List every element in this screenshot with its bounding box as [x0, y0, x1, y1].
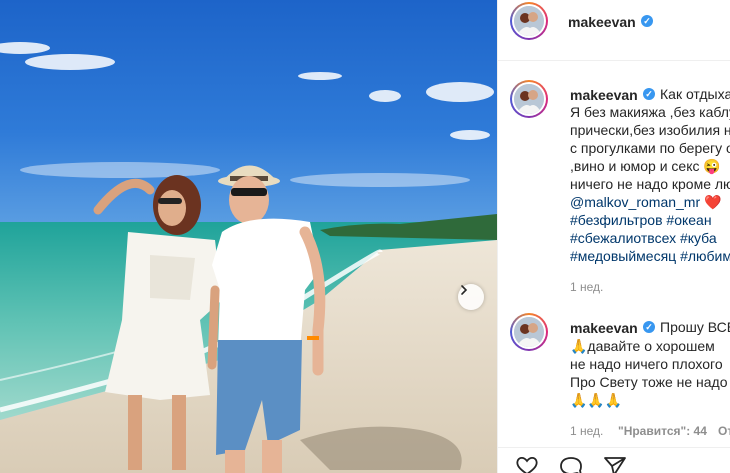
avatar[interactable]	[510, 2, 548, 40]
comment-line: Про Свету тоже не надо	[570, 374, 728, 390]
post-side-panel: makeevan ✓ makeevan ✓ Как отдыхать Я без…	[498, 0, 730, 473]
comment-avatar[interactable]	[510, 313, 548, 351]
hashtag-line[interactable]: #безфильтров #океан	[570, 212, 730, 229]
caption-line: с прогулками по берегу океана	[570, 140, 730, 156]
avatar-photo	[514, 84, 544, 114]
comment-line: 🙏🙏🙏	[570, 392, 623, 408]
caption-line: Как отдыхать	[660, 86, 730, 102]
caption-timestamp[interactable]: 1 нед.	[570, 280, 603, 294]
caption-username[interactable]: makeevan	[570, 87, 638, 103]
comment-likes[interactable]: "Нравится": 44	[618, 424, 707, 438]
comment-icon[interactable]	[558, 456, 584, 473]
share-icon[interactable]	[602, 456, 628, 473]
next-photo-button[interactable]	[458, 284, 484, 310]
actions-divider	[498, 447, 730, 448]
heart-emoji: ❤️	[700, 194, 722, 210]
post-author-username[interactable]: makeevan	[568, 14, 636, 30]
beach-photo-illustration	[0, 42, 497, 473]
heart-icon[interactable]	[514, 456, 540, 473]
chevron-right-icon	[461, 285, 468, 295]
avatar-photo	[514, 317, 544, 347]
verified-badge-icon: ✓	[643, 321, 655, 333]
caption-line: ничего не надо кроме любви	[570, 176, 730, 192]
hashtag-line[interactable]: #медовыймесяц #любимый	[570, 248, 730, 265]
verified-badge-icon: ✓	[643, 88, 655, 100]
clouds	[0, 42, 494, 187]
comment-line: 🙏давайте о хорошем	[570, 338, 715, 354]
comment-line: Прошу ВСЕХ	[660, 319, 730, 335]
comment-username[interactable]: makeevan	[570, 320, 638, 336]
post-photo[interactable]	[0, 0, 497, 473]
caption-line: ,вино и юмор и секс 😜	[570, 158, 721, 174]
comment-line: не надо ничего плохого	[570, 356, 723, 372]
reply-button[interactable]: Ответить	[718, 424, 730, 438]
post-header: makeevan ✓	[498, 0, 730, 61]
caption-line: прически,без изобилия нарядов	[570, 122, 730, 138]
caption-line: Я без макияжа ,без каблуков	[570, 104, 730, 120]
caption-mention-line: @malkov_roman_mr ❤️	[570, 194, 730, 211]
comment-timestamp[interactable]: 1 нед.	[570, 424, 603, 438]
hashtag-line[interactable]: #сбежалиотвсех #куба	[570, 230, 730, 247]
mention-link[interactable]: @malkov_roman_mr	[570, 194, 700, 210]
distant-trees	[320, 214, 497, 240]
avatar-photo	[514, 6, 544, 36]
caption-avatar[interactable]	[510, 80, 548, 118]
verified-badge-icon: ✓	[641, 15, 653, 27]
